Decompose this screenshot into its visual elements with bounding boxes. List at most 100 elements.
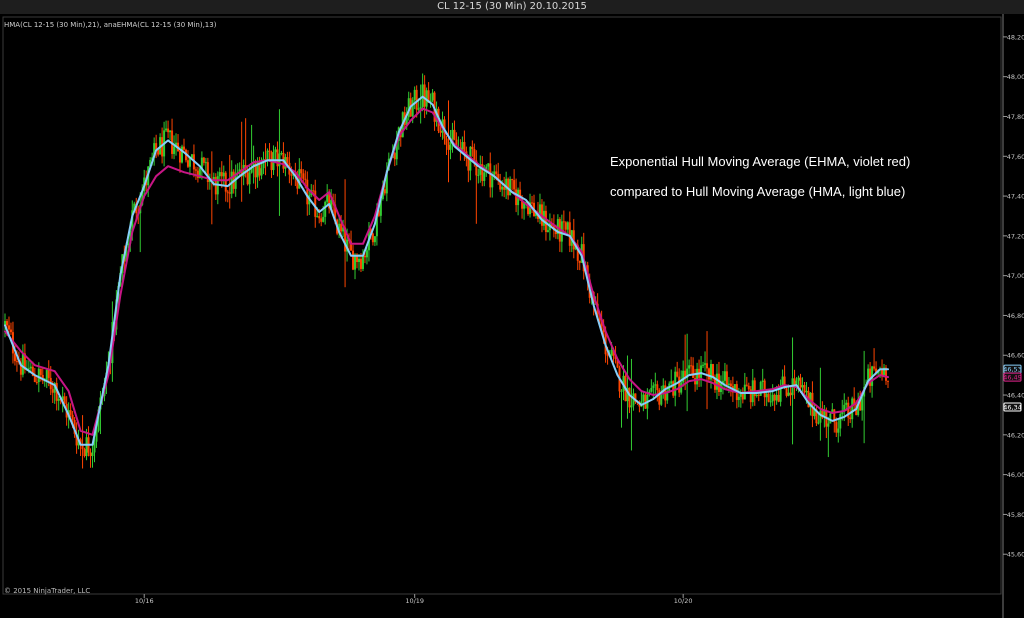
candle-body — [676, 371, 679, 377]
y-tick-label: 46,20 — [1007, 431, 1024, 439]
candle-body — [318, 216, 321, 219]
x-tick-label: 10/16 — [135, 597, 154, 605]
candle-body — [286, 157, 289, 163]
candle-body — [35, 382, 38, 384]
candle-body — [417, 108, 420, 110]
candle-body — [71, 414, 74, 420]
candle-body — [773, 394, 776, 401]
candle-body — [564, 222, 567, 230]
candle-body — [495, 171, 498, 174]
candle-body — [562, 221, 565, 223]
y-tick-label: 45,80 — [1007, 511, 1024, 519]
candle-body — [787, 392, 790, 396]
candle-body — [849, 417, 852, 420]
candle-body — [69, 410, 72, 415]
candle-body — [785, 388, 788, 396]
candle-body — [757, 394, 760, 396]
candle-body — [578, 260, 581, 263]
candle-body — [702, 364, 705, 366]
candle-body — [320, 218, 323, 222]
x-tick-label: 10/20 — [674, 597, 693, 605]
candle-body — [340, 223, 343, 232]
candle-body — [727, 383, 730, 386]
candle-body — [837, 428, 840, 433]
candle-body — [290, 174, 293, 176]
candle-body — [322, 216, 325, 222]
candle-body — [797, 377, 800, 381]
candle-body — [650, 387, 653, 392]
candle-body — [803, 385, 806, 393]
price-chart[interactable]: 48,20 48,00 47,80 47,60 47,40 47,20 47,00 46,80… — [0, 14, 1024, 618]
y-tick-label: 47,20 — [1007, 232, 1024, 240]
candle-body — [642, 394, 645, 402]
copyright: © 2015 NinjaTrader, LLC — [4, 587, 90, 595]
candle-body — [489, 163, 492, 188]
candle-body — [652, 385, 655, 388]
candle-body — [83, 449, 86, 457]
candle-body — [531, 202, 534, 204]
candle-body — [845, 402, 848, 405]
candle-body — [165, 128, 168, 131]
y-tick-label: 45,60 — [1007, 551, 1024, 559]
candle-body — [708, 368, 711, 380]
candle-body — [352, 250, 355, 270]
candle-body — [182, 146, 185, 150]
candle-body — [801, 385, 804, 388]
candle-body — [761, 380, 764, 383]
candle-body — [47, 369, 50, 378]
candle-body — [835, 422, 838, 433]
candle-body — [268, 150, 271, 152]
candle-body — [546, 230, 549, 232]
candle-body — [509, 179, 512, 196]
candle-body — [696, 368, 699, 385]
candle-body — [690, 365, 693, 367]
candle-body — [204, 162, 207, 164]
candle-body — [81, 445, 84, 450]
candle-body — [439, 131, 442, 133]
candle-body — [57, 398, 60, 401]
candle-body — [21, 353, 24, 375]
candle-body — [630, 405, 633, 408]
candle-body — [431, 92, 434, 101]
annotation-line-2: compared to Hull Moving Average (HMA, li… — [610, 184, 905, 199]
candle-body — [678, 376, 681, 393]
candle-body — [771, 394, 774, 402]
candle-body — [302, 173, 305, 179]
candle-body — [827, 423, 830, 427]
candle-body — [775, 394, 778, 401]
candle-body — [767, 393, 770, 402]
candle-body — [316, 216, 319, 218]
candle-body — [248, 172, 251, 185]
candle-body — [222, 172, 225, 177]
candle-body — [477, 174, 480, 176]
candle-body — [167, 128, 170, 133]
candle-body — [413, 89, 416, 101]
candle-body — [672, 381, 675, 396]
price-marker-label: 46,53 — [1003, 366, 1022, 374]
y-tick-label: 46,80 — [1007, 312, 1024, 320]
candle-body — [723, 371, 726, 381]
window-title: CL 12-15 (30 Min) 20.10.2015 — [0, 0, 1024, 15]
candle-body — [447, 144, 450, 150]
candle-body — [725, 371, 728, 386]
x-tick-label: 10/19 — [405, 597, 424, 605]
candle-body — [805, 390, 808, 393]
candle-body — [9, 329, 12, 333]
candle-body — [226, 191, 229, 193]
candle-body — [817, 422, 820, 424]
candle-body — [461, 142, 464, 150]
candle-body — [765, 393, 768, 398]
candle-body — [423, 84, 426, 107]
candle-body — [202, 157, 205, 163]
candle-body — [745, 384, 748, 386]
candle-body — [483, 172, 486, 181]
candle-body — [194, 169, 197, 171]
candle-body — [361, 255, 364, 269]
y-tick-label: 47,40 — [1007, 193, 1024, 201]
candle-body — [312, 190, 315, 192]
candle-body — [763, 380, 766, 398]
candle-body — [467, 158, 470, 171]
candle-body — [304, 178, 307, 180]
candle-body — [503, 186, 506, 190]
candle-body — [660, 393, 663, 405]
